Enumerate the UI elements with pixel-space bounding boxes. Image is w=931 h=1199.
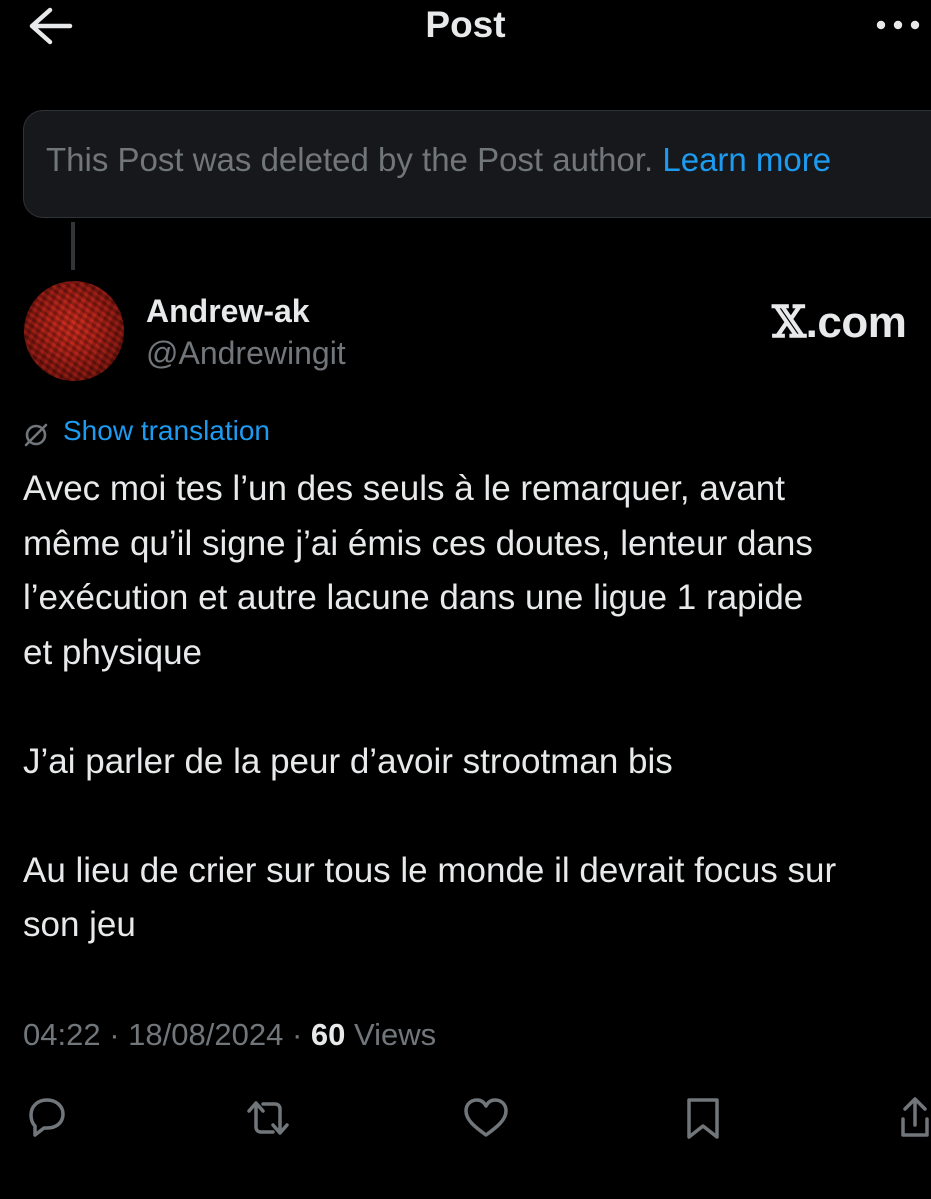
meta-separator: ·	[109, 1017, 120, 1052]
author-handle[interactable]: @Andrewingit	[146, 335, 346, 372]
avatar[interactable]	[24, 281, 124, 381]
page-title: Post	[425, 4, 506, 45]
views-label: Views	[354, 1017, 437, 1052]
learn-more-link[interactable]: Learn more	[662, 141, 831, 178]
reply-button[interactable]	[22, 1093, 72, 1143]
globe-slash-icon	[22, 420, 50, 448]
author-name[interactable]: Andrew-ak	[146, 293, 310, 330]
reply-icon	[29, 1098, 65, 1137]
post-text-line: même qu’il signe j’ai émis ces doutes, l…	[23, 523, 813, 563]
post-text-line: Au lieu de crier sur tous le monde il de…	[23, 850, 837, 890]
post-text-line: J’ai parler de la peur d’avoir strootman…	[23, 741, 673, 781]
share-button[interactable]	[893, 1093, 931, 1143]
watermark-suffix: .com	[805, 298, 907, 347]
views-count: 60	[310, 1017, 346, 1052]
x-logo-icon: 𝕏	[772, 297, 806, 348]
bookmark-button[interactable]	[678, 1093, 728, 1143]
repost-icon	[247, 1101, 289, 1135]
post-text-line: son jeu	[23, 905, 136, 944]
post-text-line: l’exécution et autre lacune dans une lig…	[23, 578, 804, 617]
repost-button[interactable]	[243, 1093, 293, 1143]
like-button[interactable]	[461, 1093, 511, 1143]
like-icon	[464, 1098, 508, 1137]
post-meta: 04:22 · 18/08/2024 · 60 Views	[23, 1017, 436, 1053]
x-com-watermark: 𝕏.com	[772, 297, 907, 348]
deleted-notice-message: This Post was deleted by the Post author…	[46, 141, 654, 178]
more-horizontal-icon	[876, 20, 920, 30]
show-translation-link[interactable]: Show translation	[63, 415, 270, 447]
post-date: 18/08/2024	[128, 1017, 284, 1052]
bookmark-icon	[687, 1098, 719, 1139]
share-icon	[901, 1097, 929, 1137]
thread-connector-line	[71, 222, 75, 270]
more-options-button[interactable]	[872, 10, 924, 40]
post-time: 04:22	[23, 1017, 101, 1052]
deleted-notice-text: This Post was deleted by the Post author…	[46, 141, 831, 179]
post-text: Avec moi tes l’un des seuls à le remarqu…	[23, 462, 931, 953]
post-text-line: et physique	[23, 632, 203, 672]
post-text-line: Avec moi tes l’un des seuls à le remarqu…	[23, 469, 785, 508]
meta-separator: ·	[291, 1017, 303, 1052]
